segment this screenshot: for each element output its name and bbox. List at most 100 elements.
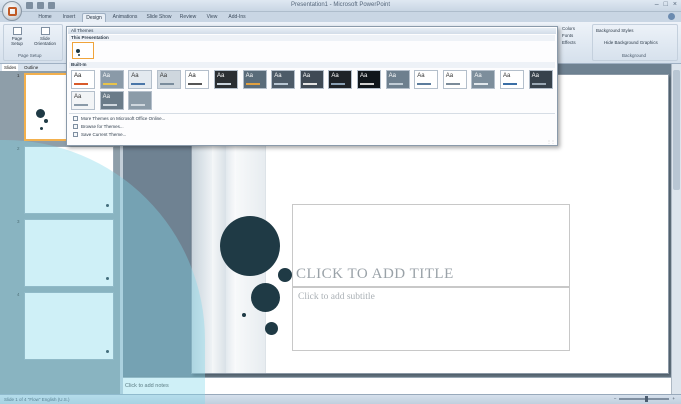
notes-placeholder[interactable]: Click to add notes — [125, 383, 169, 389]
zoom-slider-knob[interactable] — [645, 395, 649, 402]
theme-tile[interactable]: Aa — [500, 70, 524, 89]
theme-tile[interactable]: Aa — [471, 70, 496, 89]
vertical-scrollbar[interactable] — [671, 64, 681, 394]
colors-button[interactable]: Colors — [562, 26, 575, 31]
tab-add-ins[interactable]: Add-Ins — [224, 13, 250, 22]
background-styles-button[interactable]: Background Styles — [596, 28, 634, 33]
theme-tile[interactable]: Aa — [99, 70, 124, 89]
theme-tile[interactable]: Aa — [414, 70, 439, 89]
office-logo-icon — [8, 7, 17, 16]
tab-slide-show[interactable]: Slide Show — [144, 13, 174, 22]
theme-accent-bar — [503, 83, 517, 85]
theme-accent-bar — [245, 83, 260, 85]
tab-view[interactable]: View — [202, 13, 222, 22]
theme-tile[interactable]: Aa — [156, 70, 181, 89]
help-icon[interactable] — [668, 13, 675, 20]
slide-thumbnail-3[interactable] — [24, 219, 114, 287]
current-theme-tile[interactable] — [72, 42, 94, 59]
notes-pane[interactable]: Click to add notes — [123, 377, 671, 394]
save-theme-label: Save Current Theme... — [81, 132, 127, 137]
theme-accent-bar — [274, 83, 289, 85]
theme-accent-bar — [74, 83, 88, 85]
subtitle-placeholder[interactable]: Click to add subtitle — [298, 292, 375, 302]
theme-accent-bar — [474, 83, 489, 85]
status-bar: Slide 1 of 4 "Flow" English (U.S.) − + — [0, 394, 681, 404]
zoom-in-icon[interactable]: + — [672, 396, 675, 401]
theme-tile[interactable]: Aa — [385, 70, 410, 89]
this-presentation-heading: This Presentation — [69, 35, 555, 41]
page-setup-button[interactable]: Page Setup — [6, 27, 28, 46]
thumb-dot — [106, 350, 109, 353]
theme-tile-label: Aa — [188, 73, 196, 79]
slide-circle-small — [278, 268, 292, 282]
more-themes-link[interactable]: More Themes on Microsoft Office Online..… — [73, 116, 165, 121]
tab-animations[interactable]: Animations — [108, 13, 142, 22]
theme-tile[interactable]: Aa — [528, 70, 553, 89]
fonts-button[interactable]: Fonts — [562, 33, 573, 38]
browse-themes-link[interactable]: Browse for Themes... — [73, 124, 124, 129]
office-button[interactable] — [2, 1, 22, 21]
slide-circle-tiny — [242, 313, 246, 317]
tab-outline[interactable]: Outline — [22, 64, 40, 71]
hide-background-graphics-checkbox[interactable]: Hide Background Graphics — [604, 40, 658, 45]
theme-tile[interactable]: Aa — [99, 91, 124, 110]
background-group-label: Background — [622, 53, 647, 58]
theme-accent-bar — [74, 104, 88, 106]
tab-design[interactable]: Design — [82, 13, 106, 22]
window-title: Presentation1 - Microsoft PowerPoint — [290, 2, 391, 8]
tab-insert[interactable]: Insert — [58, 13, 80, 22]
save-theme-icon — [73, 132, 78, 137]
theme-tile[interactable]: Aa — [128, 70, 153, 89]
theme-tile-label: Aa — [503, 73, 511, 79]
ribbon-tabs: Home Insert Design Animations Slide Show… — [0, 12, 681, 22]
folder-icon — [73, 124, 78, 129]
scrollbar-thumb[interactable] — [673, 70, 680, 190]
theme-tile-label: Aa — [102, 73, 110, 79]
window-controls: – □ × — [655, 1, 677, 8]
theme-accent-bar — [417, 83, 432, 85]
theme-circle-icon — [76, 49, 80, 53]
theme-tile[interactable]: Aa — [299, 70, 324, 89]
gallery-header[interactable]: All Themes — [68, 28, 556, 34]
theme-tile[interactable]: Aa — [71, 70, 95, 89]
theme-tile-label: Aa — [74, 94, 82, 100]
zoom-slider[interactable] — [619, 395, 670, 402]
tab-home[interactable]: Home — [34, 13, 56, 22]
globe-icon — [73, 116, 78, 121]
slide-number: 4 — [17, 292, 20, 297]
resize-grip-icon[interactable]: ⋮⋮ — [547, 139, 555, 144]
slide-orientation-button[interactable]: Slide Orientation — [30, 27, 60, 46]
theme-tile[interactable]: Aa — [71, 91, 95, 110]
effects-button[interactable]: Effects — [562, 40, 576, 45]
save-theme-link[interactable]: Save Current Theme... — [73, 132, 126, 137]
theme-tile[interactable]: Aa — [214, 70, 238, 89]
tab-slides[interactable]: Slides — [2, 64, 19, 71]
theme-tile-label: Aa — [245, 73, 253, 79]
title-placeholder[interactable]: Click to add title — [296, 266, 454, 283]
built-in-heading: Built-In — [69, 62, 555, 68]
maximize-button[interactable]: □ — [664, 1, 668, 8]
slide-thumbnail-4[interactable] — [24, 292, 114, 360]
theme-tile[interactable]: Aa — [271, 70, 296, 89]
theme-tile-label: Aa — [74, 73, 82, 79]
theme-tile[interactable]: Aa — [185, 70, 210, 89]
minimize-button[interactable]: – — [655, 1, 659, 8]
theme-accent-bar — [102, 83, 117, 85]
theme-tile-label: Aa — [331, 73, 339, 79]
theme-accent-bar — [360, 83, 374, 85]
slide-thumbnail-2[interactable] — [24, 146, 114, 214]
theme-tile[interactable]: Aa — [242, 70, 267, 89]
theme-tile[interactable]: Aa — [442, 70, 467, 89]
theme-tile-label: Aa — [531, 73, 539, 79]
theme-tile[interactable]: Aa — [328, 70, 353, 89]
theme-tile-label: Aa — [159, 73, 168, 79]
theme-tile-label: Aa — [445, 73, 454, 79]
theme-tile[interactable] — [128, 91, 153, 110]
themes-gallery-dropdown: All Themes This Presentation ➚ Built-In … — [66, 26, 558, 146]
close-button[interactable]: × — [673, 1, 677, 8]
zoom-out-icon[interactable]: − — [614, 396, 617, 401]
tab-review[interactable]: Review — [176, 13, 200, 22]
theme-accent-bar — [217, 83, 231, 85]
theme-tile[interactable]: Aa — [357, 70, 381, 89]
slide-circle-medium — [251, 283, 280, 312]
